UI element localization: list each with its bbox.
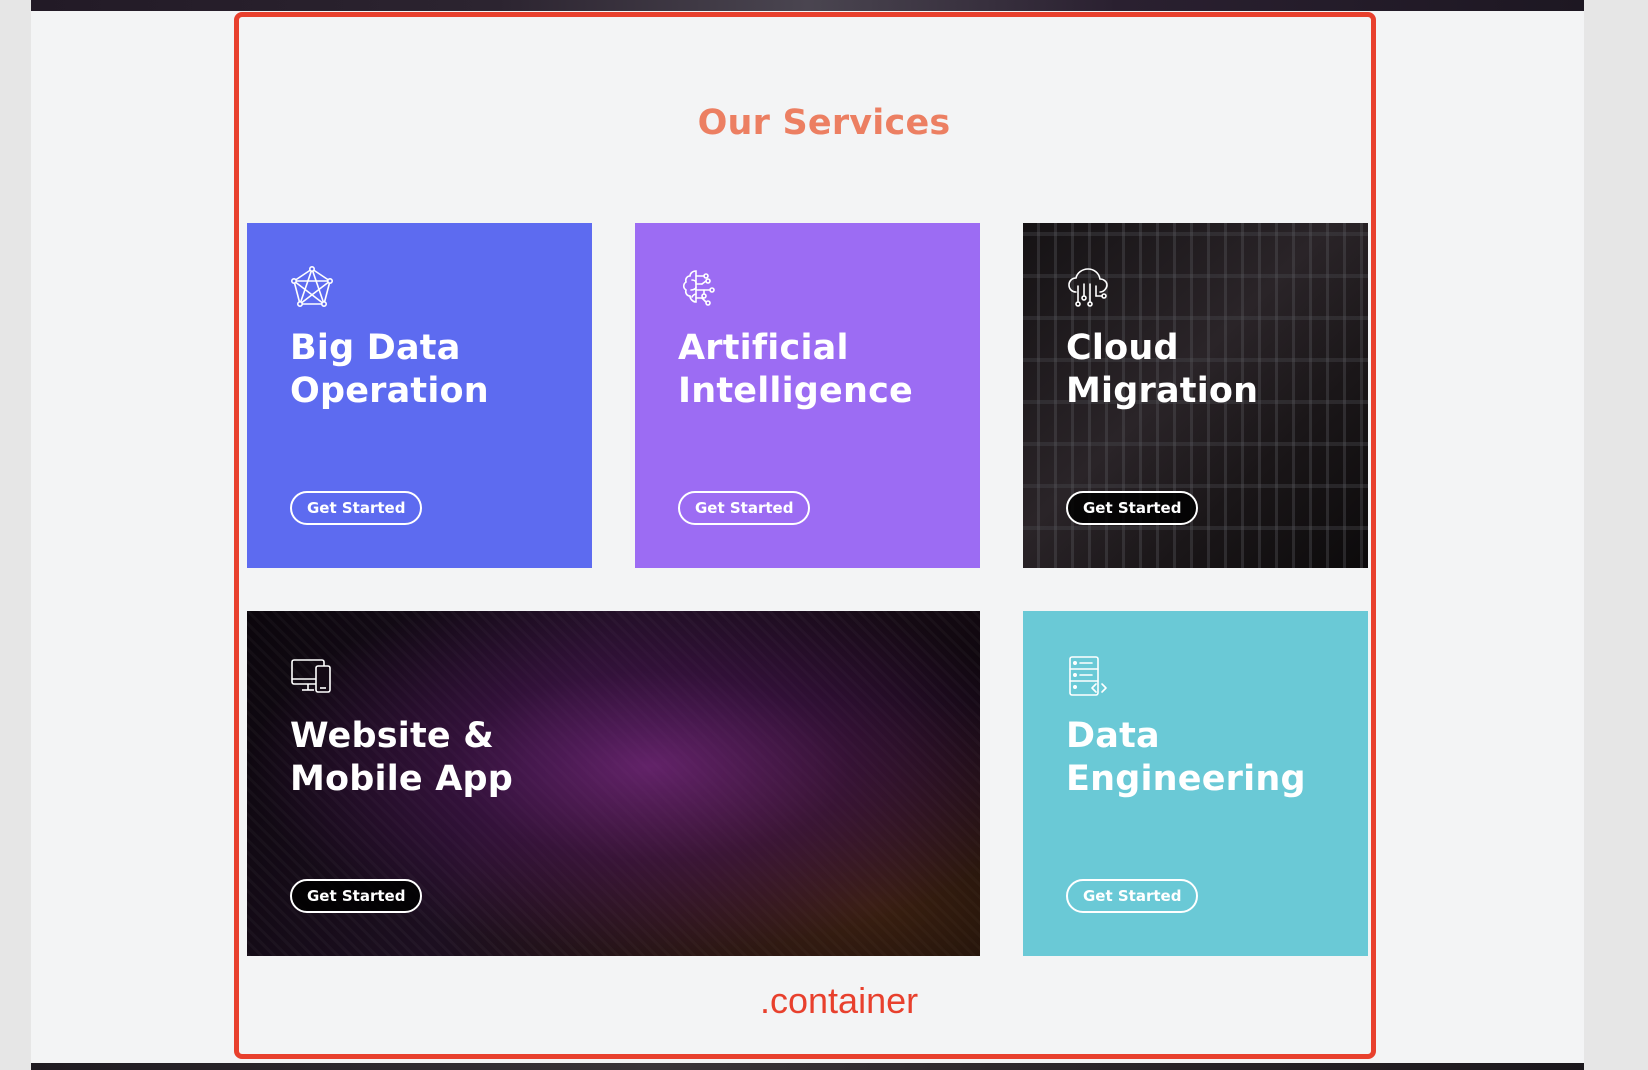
devtools-container-highlight xyxy=(234,12,1376,1059)
devtools-container-label: .container xyxy=(760,980,919,1021)
bottom-hero-strip xyxy=(31,1063,1584,1070)
top-hero-strip xyxy=(31,0,1584,11)
